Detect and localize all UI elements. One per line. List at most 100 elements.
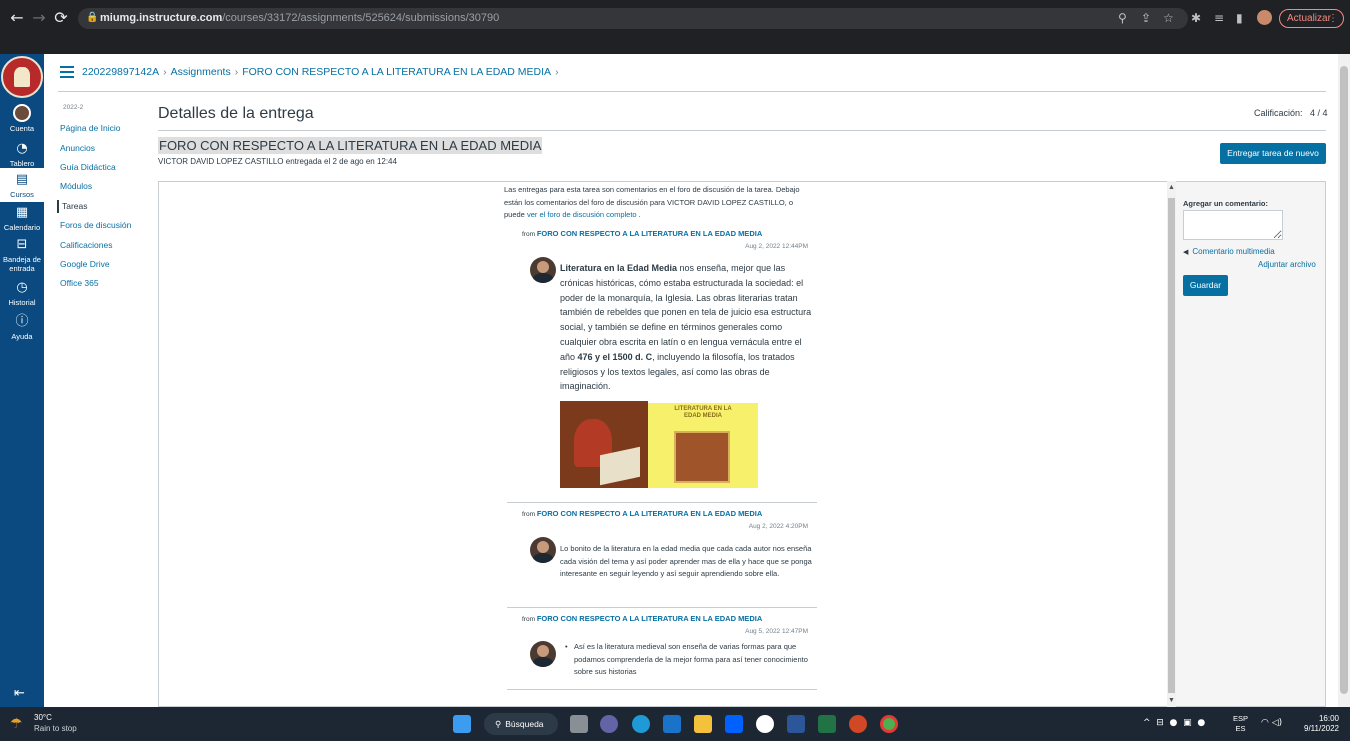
- course-nav-modules[interactable]: Módulos: [60, 181, 92, 192]
- task-view-icon[interactable]: [570, 715, 588, 733]
- windows-taskbar: ☂ 30°C Rain to stop ⚲ Búsqueda ^ ⊟ ● ▣ ● …: [0, 707, 1350, 741]
- file-explorer-icon[interactable]: [694, 715, 712, 733]
- full-discussion-link[interactable]: ver el foro de discusión completo: [527, 210, 637, 219]
- image-caption: LITERATURA EN LA EDAD MEDIA: [674, 406, 732, 419]
- dashboard-icon: ◔: [16, 141, 28, 156]
- course-nav-google-drive[interactable]: Google Drive: [60, 259, 110, 270]
- course-nav-assignments[interactable]: Tareas: [57, 200, 88, 213]
- course-nav-home[interactable]: Página de Inicio: [60, 123, 121, 134]
- author-avatar: [530, 257, 556, 283]
- nav-inbox-label: Bandeja de entrada: [3, 255, 41, 273]
- post-date: Aug 2, 2022 4:20PM: [748, 523, 808, 530]
- word-icon[interactable]: [787, 715, 805, 733]
- course-nav-discussions[interactable]: Foros de discusión: [60, 220, 131, 231]
- nav-history[interactable]: ◷ Historial: [0, 280, 44, 307]
- title-divider: [158, 130, 1326, 131]
- courses-icon: ▤: [15, 172, 29, 187]
- course-nav-office365[interactable]: Office 365: [60, 278, 99, 289]
- hamburger-menu-icon[interactable]: [60, 66, 74, 78]
- comment-panel: Agregar un comentario: ◀ Comentario multi…: [1176, 181, 1326, 707]
- forum-link[interactable]: FORO CON RESPECTO A LA LITERATURA EN LA …: [537, 614, 762, 623]
- breadcrumb-assignment[interactable]: FORO CON RESPECTO A LA LITERATURA EN LA …: [242, 66, 551, 78]
- intro-text: Las entregas para esta tarea son comenta…: [504, 185, 800, 219]
- grade-display: Calificación: 4 / 4: [1254, 108, 1328, 119]
- bookmark-star-icon[interactable]: ☆: [1163, 9, 1174, 27]
- update-button[interactable]: Actualizar ⋮: [1279, 9, 1344, 28]
- forum-link[interactable]: FORO CON RESPECTO A LA LITERATURA EN LA …: [537, 509, 762, 518]
- weather-status: Rain to stop: [34, 724, 77, 733]
- reload-icon[interactable]: ⟳: [52, 9, 70, 27]
- system-clock[interactable]: 16:00 9/11/2022: [1299, 714, 1339, 734]
- url-text: miumg.instructure.com/courses/33172/assi…: [100, 12, 500, 24]
- save-button[interactable]: Guardar: [1183, 275, 1228, 296]
- extensions-icon[interactable]: ✱: [1191, 9, 1201, 27]
- literature-cover-image: LITERATURA EN LA EDAD MEDIA: [648, 403, 758, 488]
- submitted-date: entregada el 2 de ago en 12:44: [285, 157, 397, 166]
- frame-scrollbar[interactable]: ▲ ▼: [1167, 181, 1176, 707]
- breadcrumb-assignments[interactable]: Assignments: [171, 66, 231, 78]
- nav-dashboard[interactable]: ◔ Tablero: [0, 141, 44, 168]
- zoom-icon[interactable]: ⚲: [1118, 9, 1127, 27]
- taskbar-search[interactable]: ⚲ Búsqueda: [484, 713, 558, 735]
- course-nav-grades[interactable]: Calificaciones: [60, 240, 112, 251]
- page-title: Detalles de la entrega: [158, 105, 314, 122]
- nav-inbox[interactable]: ⊟ Bandeja de entrada: [0, 237, 44, 273]
- forum-link[interactable]: FORO CON RESPECTO A LA LITERATURA EN LA …: [537, 229, 762, 238]
- tray-icons[interactable]: ^ ⊟ ● ▣ ●: [1143, 718, 1205, 728]
- page-scrollbar[interactable]: [1338, 54, 1350, 707]
- page-scroll-thumb[interactable]: [1340, 66, 1348, 694]
- weather-icon: ☂: [10, 716, 23, 732]
- scroll-thumb[interactable]: [1168, 198, 1175, 693]
- course-nav-guide[interactable]: Guía Didáctica: [60, 162, 116, 173]
- wifi-volume-icon[interactable]: ◠ ◁): [1261, 718, 1282, 728]
- powerpoint-icon[interactable]: [849, 715, 867, 733]
- scroll-down-icon[interactable]: ▼: [1168, 697, 1175, 705]
- attach-file-link[interactable]: Adjuntar archivo: [1258, 260, 1316, 270]
- nav-account[interactable]: Cuenta: [0, 104, 44, 133]
- post-body: Literatura en la Edad Media nos enseña, …: [560, 263, 812, 392]
- mail-icon[interactable]: [663, 715, 681, 733]
- edge-icon[interactable]: [632, 715, 650, 733]
- post-date: Aug 2, 2022 12:44PM: [745, 243, 808, 250]
- github-icon[interactable]: [756, 715, 774, 733]
- collapse-nav-icon[interactable]: ⇤: [14, 687, 25, 700]
- header-divider: [58, 91, 1326, 92]
- resubmit-button[interactable]: Entregar tarea de nuevo: [1220, 143, 1326, 164]
- speaker-icon: ◀: [1183, 248, 1189, 256]
- side-panel-icon[interactable]: ▮: [1236, 9, 1243, 27]
- share-icon[interactable]: ⇪: [1141, 9, 1151, 27]
- submitter-name: VICTOR DAVID LOPEZ CASTILLO: [158, 157, 284, 166]
- excel-icon[interactable]: [818, 715, 836, 733]
- nav-history-label: Historial: [8, 298, 36, 307]
- calendar-icon: ▦: [15, 205, 29, 220]
- author-avatar: [530, 537, 556, 563]
- chrome-icon[interactable]: [880, 715, 898, 733]
- nav-courses[interactable]: ▤ Cursos: [0, 168, 44, 202]
- comment-textarea[interactable]: [1183, 210, 1283, 240]
- nav-calendar-label: Calendario: [3, 223, 41, 232]
- breadcrumb: 220229897142A › Assignments › FORO CON RESPE…: [82, 66, 559, 78]
- post-divider: [507, 689, 817, 690]
- back-icon[interactable]: ←: [8, 9, 26, 27]
- nav-dashboard-label: Tablero: [9, 159, 35, 168]
- profile-avatar[interactable]: [1257, 10, 1272, 25]
- address-bar[interactable]: 🔒 miumg.instructure.com/courses/33172/as…: [78, 8, 1188, 29]
- reading-list-icon[interactable]: ≡: [1214, 9, 1224, 27]
- breadcrumb-course[interactable]: 220229897142A: [82, 66, 159, 78]
- forward-icon[interactable]: →: [30, 9, 48, 27]
- nav-help[interactable]: ⓘ Ayuda: [0, 314, 44, 341]
- scroll-up-icon[interactable]: ▲: [1168, 184, 1175, 192]
- nav-calendar[interactable]: ▦ Calendario: [0, 205, 44, 232]
- language-indicator[interactable]: ESP ES: [1233, 714, 1248, 734]
- start-icon[interactable]: [453, 715, 471, 733]
- post-divider: [507, 607, 817, 608]
- media-comment-link[interactable]: ◀ Comentario multimedia: [1183, 247, 1275, 257]
- post-source: from FORO CON RESPECTO A LA LITERATURA E…: [522, 614, 763, 623]
- teams-icon[interactable]: [600, 715, 618, 733]
- lock-icon: 🔒: [86, 12, 99, 23]
- dropbox-icon[interactable]: [725, 715, 743, 733]
- course-nav-announcements[interactable]: Anuncios: [60, 143, 95, 154]
- post-source: from FORO CON RESPECTO A LA LITERATURA E…: [522, 229, 763, 238]
- comment-label: Agregar un comentario:: [1183, 199, 1269, 208]
- university-logo[interactable]: [1, 56, 43, 98]
